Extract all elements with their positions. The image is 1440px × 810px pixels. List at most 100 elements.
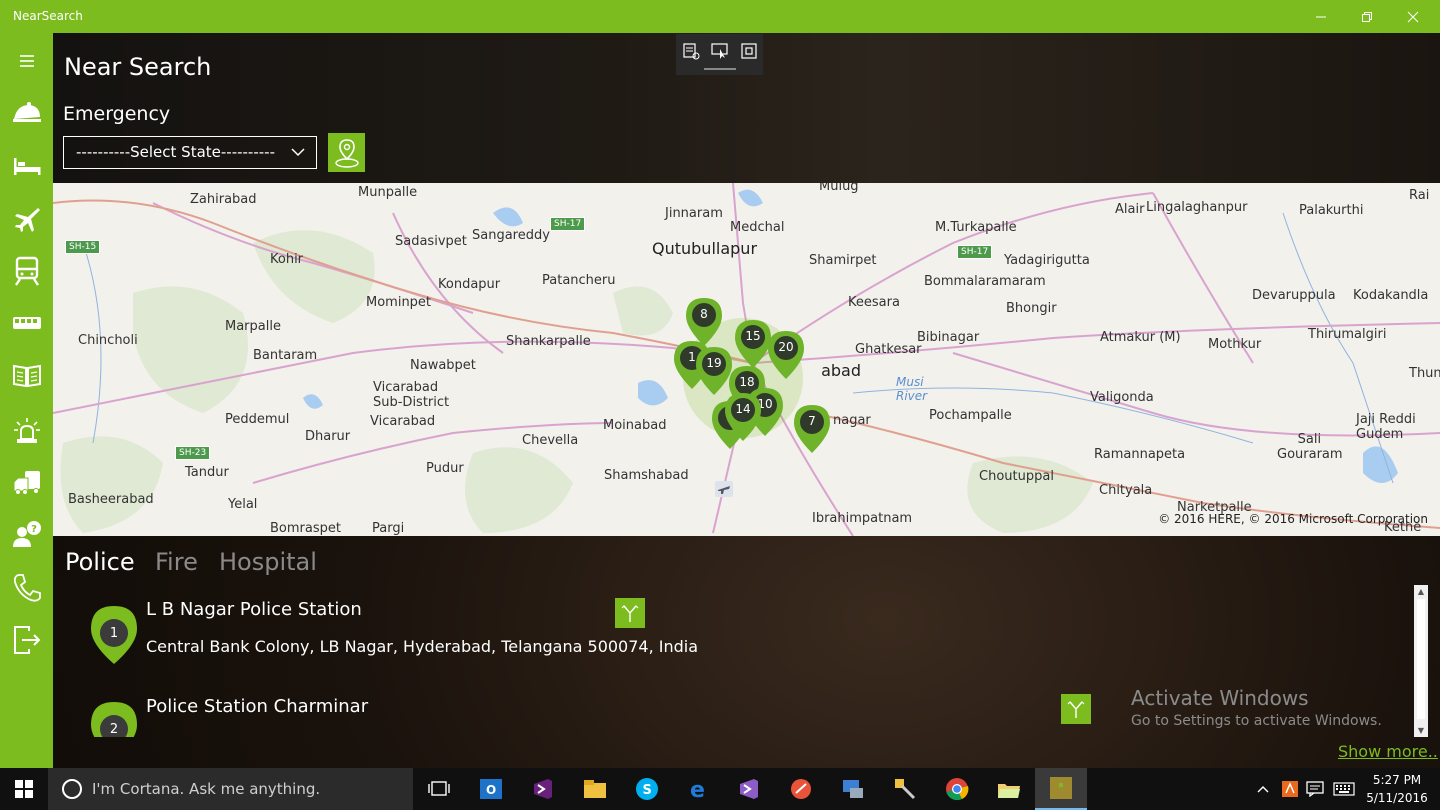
map-label: Dharur: [305, 429, 351, 444]
map-label: Sali Gouraram: [1277, 432, 1343, 462]
taskbar: I'm Cortana. Ask me anything. O S e 5:27…: [0, 768, 1440, 810]
highway-shield: SH-17: [550, 217, 586, 231]
visual-studio-icon: [534, 779, 552, 799]
sidebar-item-emergency[interactable]: [0, 411, 53, 451]
taskbar-edge[interactable]: e: [673, 768, 725, 810]
exit-icon: [13, 626, 40, 654]
map[interactable]: Zahirabad Munpalle Mulug Jinnaram Medcha…: [53, 183, 1440, 536]
map-label: Moinabad: [603, 418, 667, 433]
cluster-pin-icon: [725, 393, 761, 441]
sidebar-item-restaurant[interactable]: [0, 93, 53, 133]
scroll-up-icon[interactable]: ▲: [1414, 587, 1428, 596]
taskbar-visual-studio-2[interactable]: [723, 768, 775, 810]
sidebar-item-help[interactable]: ?: [0, 515, 53, 555]
highway-shield: SH-23: [175, 446, 211, 460]
taskbar-folder[interactable]: [983, 768, 1035, 810]
tray-notifications[interactable]: [1303, 768, 1327, 810]
tab-hospital[interactable]: Hospital: [219, 548, 317, 576]
cortana-search-input[interactable]: I'm Cortana. Ask me anything.: [92, 780, 320, 798]
map-label: Mominpet: [366, 295, 432, 310]
map-label: Shamirpet: [809, 253, 877, 268]
cortana-search[interactable]: I'm Cortana. Ask me anything.: [48, 768, 413, 810]
nearsearch-icon: [1050, 777, 1072, 799]
sidebar-item-bus[interactable]: [0, 303, 53, 343]
svg-text:?: ?: [31, 524, 37, 535]
tray-keyboard[interactable]: [1330, 768, 1358, 810]
skype-icon: S: [636, 778, 658, 800]
taskbar-app-network[interactable]: [827, 768, 879, 810]
vehicles-icon: [13, 471, 40, 495]
directions-button[interactable]: [1061, 694, 1091, 724]
map-label: Pochampalle: [929, 408, 1012, 423]
action-center-icon: [1306, 781, 1324, 797]
map-cluster-pin[interactable]: 20: [766, 329, 806, 381]
map-cluster-pin[interactable]: 7: [792, 403, 832, 455]
close-button[interactable]: [1390, 0, 1436, 33]
map-label: Medchal: [730, 220, 785, 235]
app-network-icon: [843, 780, 863, 798]
map-label: Peddemul: [225, 412, 290, 427]
map-label: Bomraspet: [270, 521, 341, 536]
app-tools-icon: [895, 779, 916, 800]
map-label: Tandur: [185, 465, 229, 480]
system-clock[interactable]: 5:27 PM 5/11/2016: [1362, 771, 1432, 807]
sidebar-item-contact[interactable]: [0, 568, 53, 608]
show-more-link[interactable]: Show more..: [1338, 742, 1438, 761]
result-name[interactable]: L B Nagar Police Station: [146, 599, 362, 620]
highway-shield: SH-15: [65, 240, 101, 254]
tab-police[interactable]: Police: [65, 548, 135, 576]
result-pin: 1: [89, 604, 139, 666]
svg-text:O: O: [486, 783, 496, 797]
map-cluster-pin[interactable]: 14: [723, 391, 763, 443]
highway-shield: SH-17: [957, 245, 993, 259]
tray-app[interactable]: [1278, 768, 1302, 810]
map-label: Alair: [1115, 202, 1145, 217]
state-select-value: ----------Select State----------: [76, 143, 275, 161]
bed-icon: [13, 158, 40, 175]
select-region-icon[interactable]: [710, 42, 729, 60]
start-button[interactable]: [0, 768, 48, 810]
restore-icon: [1362, 11, 1372, 22]
activate-windows-subtitle: Go to Settings to activate Windows.: [1131, 713, 1382, 729]
sidebar-item-train[interactable]: [0, 251, 53, 291]
taskbar-skype[interactable]: S: [621, 768, 673, 810]
sidebar-item-hotel[interactable]: [0, 146, 53, 186]
scroll-thumb[interactable]: [1417, 599, 1425, 719]
edge-icon: e: [690, 778, 705, 802]
taskbar-visual-studio[interactable]: [517, 768, 569, 810]
minimize-button[interactable]: [1298, 0, 1344, 33]
taskbar-chrome[interactable]: [931, 768, 983, 810]
state-select[interactable]: ----------Select State----------: [63, 136, 317, 169]
map-label: Choutuppal: [979, 469, 1054, 484]
task-view-button[interactable]: [413, 768, 465, 810]
chrome-icon: [946, 778, 969, 801]
bus-icon: [12, 317, 41, 329]
sidebar-item-exit[interactable]: [0, 620, 53, 660]
scroll-down-icon[interactable]: ▼: [1414, 726, 1428, 735]
tray-overflow[interactable]: [1252, 768, 1274, 810]
taskbar-outlook[interactable]: O: [465, 768, 517, 810]
tab-fire[interactable]: Fire: [155, 548, 198, 576]
map-label: Vicarabad: [370, 414, 436, 429]
sidebar-item-menu[interactable]: [0, 42, 53, 82]
cortana-icon: [62, 779, 82, 799]
results-scrollbar[interactable]: ▲ ▼: [1414, 585, 1428, 737]
sidebar-item-airport[interactable]: [0, 199, 53, 239]
snip-icon[interactable]: [682, 42, 700, 60]
taskbar-file-explorer[interactable]: [569, 768, 621, 810]
svg-text:e: e: [690, 778, 705, 802]
taskbar-app-tools[interactable]: [879, 768, 931, 810]
taskbar-app-red[interactable]: [775, 768, 827, 810]
map-label: Zahirabad: [190, 192, 257, 207]
map-label: Bantaram: [253, 348, 318, 363]
maximize-button[interactable]: [1344, 0, 1390, 33]
taskbar-nearsearch[interactable]: [1035, 768, 1087, 810]
locate-button[interactable]: [328, 133, 365, 172]
sidebar-item-transport[interactable]: [0, 463, 53, 503]
map-label: Mulug: [819, 183, 859, 194]
directions-button[interactable]: [615, 598, 645, 628]
result-name[interactable]: Police Station Charminar: [146, 696, 368, 717]
sidebar-item-library[interactable]: [0, 355, 53, 395]
fullscreen-capture-icon[interactable]: [740, 42, 758, 60]
map-label: Bibinagar: [917, 330, 980, 345]
